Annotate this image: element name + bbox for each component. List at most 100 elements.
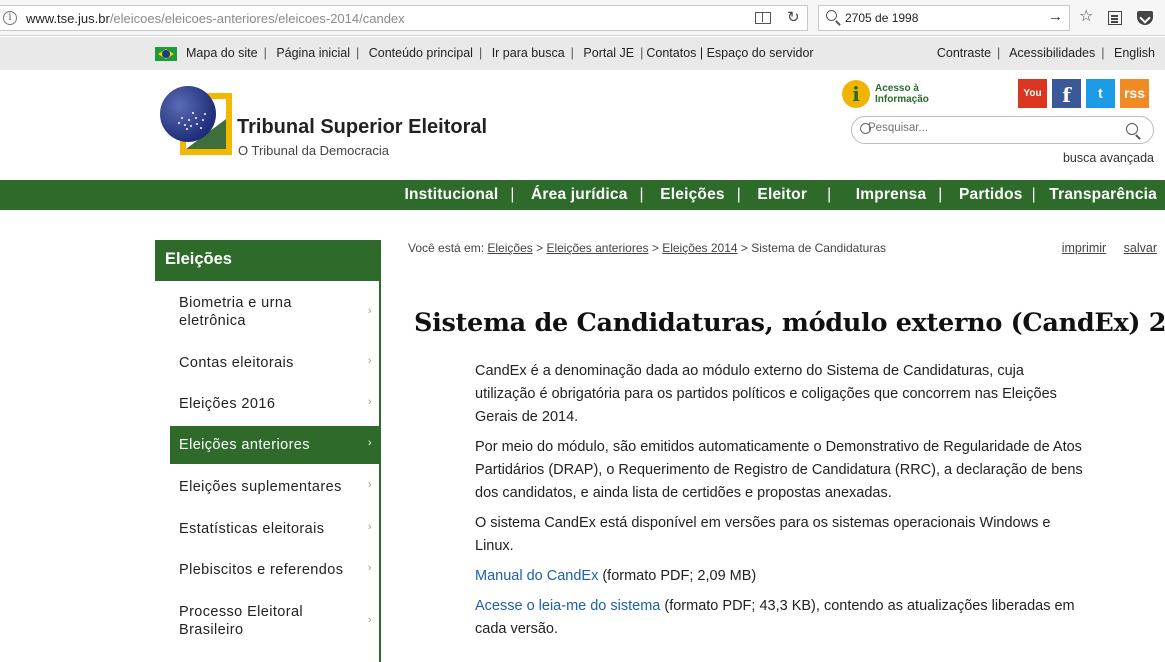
link-portal-je[interactable]: Portal JE	[583, 46, 634, 60]
nav-transparencia[interactable]: Transparência	[1049, 186, 1157, 203]
sidebar-item-processo-eleitoral[interactable]: Processo Eleitoral Brasileiro ›	[170, 603, 380, 641]
link-home[interactable]: Página inicial	[276, 46, 350, 60]
pocket-icon[interactable]	[1137, 11, 1153, 25]
nav-separator: |	[510, 186, 515, 203]
access-info-label: Acesso à Informação	[875, 83, 929, 105]
sidebar-item-label: Eleições 2016	[179, 396, 276, 412]
sidebar-title: Eleições	[155, 240, 379, 281]
nav-separator: |	[938, 186, 943, 203]
chevron-right-icon: ›	[367, 355, 372, 367]
info-icon: i	[842, 80, 870, 108]
reader-view-icon[interactable]	[755, 12, 771, 24]
link-contacts-staff[interactable]: Contatos | Espaço do servidor	[646, 46, 813, 60]
paragraph-module: Por meio do módulo, são emitidos automat…	[475, 439, 1083, 501]
link-contrast[interactable]: Contraste	[937, 46, 991, 60]
chevron-right-icon: ›	[367, 521, 372, 533]
link-site-map[interactable]: Mapa do site	[186, 46, 258, 60]
sidebar-item-estatisticas[interactable]: Estatísticas eleitorais ›	[170, 520, 380, 538]
site-search-box[interactable]	[851, 116, 1154, 144]
sidebar-item-label: Biometria e urna eletrônica	[179, 295, 292, 329]
paragraph-intro: CandEx é a denominação dada ao módulo ex…	[475, 363, 1057, 425]
reading-list-icon[interactable]	[1108, 11, 1122, 25]
browser-search-value: 2705 de 1998	[845, 11, 919, 25]
search-icon[interactable]	[1126, 123, 1138, 135]
breadcrumb-link-eleicoes[interactable]: Eleições	[487, 241, 532, 255]
sidebar-item-eleicoes-2016[interactable]: Eleições 2016 ›	[170, 395, 380, 413]
page-title: Sistema de Candidaturas, módulo externo …	[414, 308, 1165, 338]
arrow-right-icon[interactable]: →	[1048, 8, 1063, 25]
nav-imprensa[interactable]: Imprensa	[856, 186, 927, 203]
sidebar-item-eleicoes-anteriores[interactable]: Eleições anteriores ›	[170, 426, 380, 464]
utility-bar: Mapa do site | Página inicial | Conteúdo p…	[0, 37, 1165, 70]
url-path: /eleicoes/eleicoes-anteriores/eleicoes-2…	[109, 11, 405, 26]
link-english[interactable]: English	[1114, 46, 1155, 60]
sidebar-item-label: Plebiscitos e referendos	[179, 562, 344, 578]
link-accessibility[interactable]: Acessibilidades	[1009, 46, 1095, 60]
nav-separator: |	[736, 186, 741, 203]
url-domain: www.tse.jus.br	[26, 11, 110, 26]
manual-paragraph: Manual do CandEx (formato PDF; 2,09 MB)	[475, 565, 1085, 588]
save-link[interactable]: salvar	[1124, 241, 1157, 255]
reload-icon[interactable]: ↻	[787, 8, 800, 26]
sidebar-item-label: Processo Eleitoral Brasileiro	[179, 604, 304, 638]
nav-area-juridica[interactable]: Área jurídica	[531, 186, 628, 203]
url-text[interactable]: www.tse.jus.br/eleicoes/eleicoes-anterio…	[26, 11, 405, 26]
sidebar-item-label: Estatísticas eleitorais	[179, 521, 325, 537]
brazil-flag-icon	[155, 47, 177, 61]
breadcrumb-link-eleicoes-anteriores[interactable]: Eleições anteriores	[546, 241, 648, 255]
chevron-right-icon: ›	[367, 479, 372, 491]
sidebar-item-label: Eleições suplementares	[179, 479, 342, 495]
nav-separator: |	[827, 186, 832, 203]
search-icon	[826, 10, 837, 21]
site-title: Tribunal Superior Eleitoral	[237, 116, 488, 138]
advanced-search-link[interactable]: busca avançada	[1063, 151, 1154, 165]
nav-institucional[interactable]: Institucional	[404, 186, 498, 203]
youtube-icon[interactable]: You Tube	[1018, 79, 1047, 128]
breadcrumb-current: Sistema de Candidaturas	[751, 241, 887, 255]
link-main-content[interactable]: Conteúdo principal	[369, 46, 473, 60]
browser-search-bar[interactable]: 2705 de 1998 →	[818, 5, 1070, 31]
main-content: CandEx é a denominação dada ao módulo ex…	[475, 360, 1085, 648]
access-to-information-link[interactable]: i Acesso à Informação	[842, 80, 942, 110]
address-bar[interactable]: i www.tse.jus.br/eleicoes/eleicoes-anter…	[0, 5, 808, 31]
twitter-icon[interactable]: t	[1086, 79, 1115, 108]
nav-separator: |	[639, 186, 644, 203]
nav-separator: |	[1031, 186, 1036, 203]
chevron-right-icon: ›	[367, 305, 372, 317]
manual-format: (formato PDF; 2,09 MB)	[598, 568, 757, 584]
sidebar-item-eleicoes-suplementares[interactable]: Eleições suplementares ›	[170, 478, 380, 496]
nav-eleicoes[interactable]: Eleições	[660, 186, 725, 203]
nav-eleitor[interactable]: Eleitor	[757, 186, 807, 203]
readme-link[interactable]: Acesse o leia-me do sistema	[475, 598, 660, 614]
manual-candex-link[interactable]: Manual do CandEx	[475, 568, 598, 584]
bookmark-star-icon[interactable]: ☆	[1079, 8, 1093, 26]
sidebar-item-plebiscitos[interactable]: Plebiscitos e referendos ›	[170, 561, 380, 579]
rss-icon[interactable]: rss	[1120, 79, 1149, 108]
readme-paragraph: Acesse o leia-me do sistema (formato PDF…	[475, 595, 1085, 641]
paragraph-systems: O sistema CandEx está disponível em vers…	[475, 515, 1051, 554]
facebook-icon[interactable]: f	[1052, 79, 1081, 108]
browser-toolbar: i www.tse.jus.br/eleicoes/eleicoes-anter…	[0, 0, 1165, 36]
main-navigation: Institucional | Área jurídica | Eleições | …	[0, 180, 1165, 210]
chevron-right-icon: ›	[367, 614, 372, 626]
link-go-to-search[interactable]: Ir para busca	[492, 46, 565, 60]
sidebar: Eleições Biometria e urna eletrônica › Co…	[155, 240, 381, 662]
site-search-input[interactable]	[868, 122, 1108, 134]
sidebar-item-label: Eleições anteriores	[179, 437, 310, 453]
chevron-right-icon: ›	[367, 562, 372, 574]
sidebar-item-contas[interactable]: Contas eleitorais ›	[170, 354, 380, 372]
chevron-right-icon: ›	[367, 437, 372, 449]
print-link[interactable]: imprimir	[1062, 241, 1106, 255]
utility-links: Mapa do site | Página inicial | Conteúdo p…	[186, 46, 814, 60]
breadcrumb-prefix: Você está em:	[408, 241, 485, 255]
sidebar-item-label: Contas eleitorais	[179, 355, 294, 371]
nav-partidos[interactable]: Partidos	[959, 186, 1023, 203]
breadcrumb: Você está em: Eleições > Eleições anteri…	[408, 241, 887, 255]
site-info-icon[interactable]: i	[3, 11, 17, 25]
page-actions: imprimir salvar	[1048, 241, 1157, 255]
breadcrumb-link-eleicoes-2014[interactable]: Eleições 2014	[662, 241, 737, 255]
chevron-right-icon: ›	[367, 396, 372, 408]
globe-icon	[160, 86, 216, 142]
sidebar-item-biometria[interactable]: Biometria e urna eletrônica ›	[170, 294, 380, 332]
site-logo[interactable]: Tribunal Superior Eleitoral O Tribunal d…	[160, 86, 520, 162]
